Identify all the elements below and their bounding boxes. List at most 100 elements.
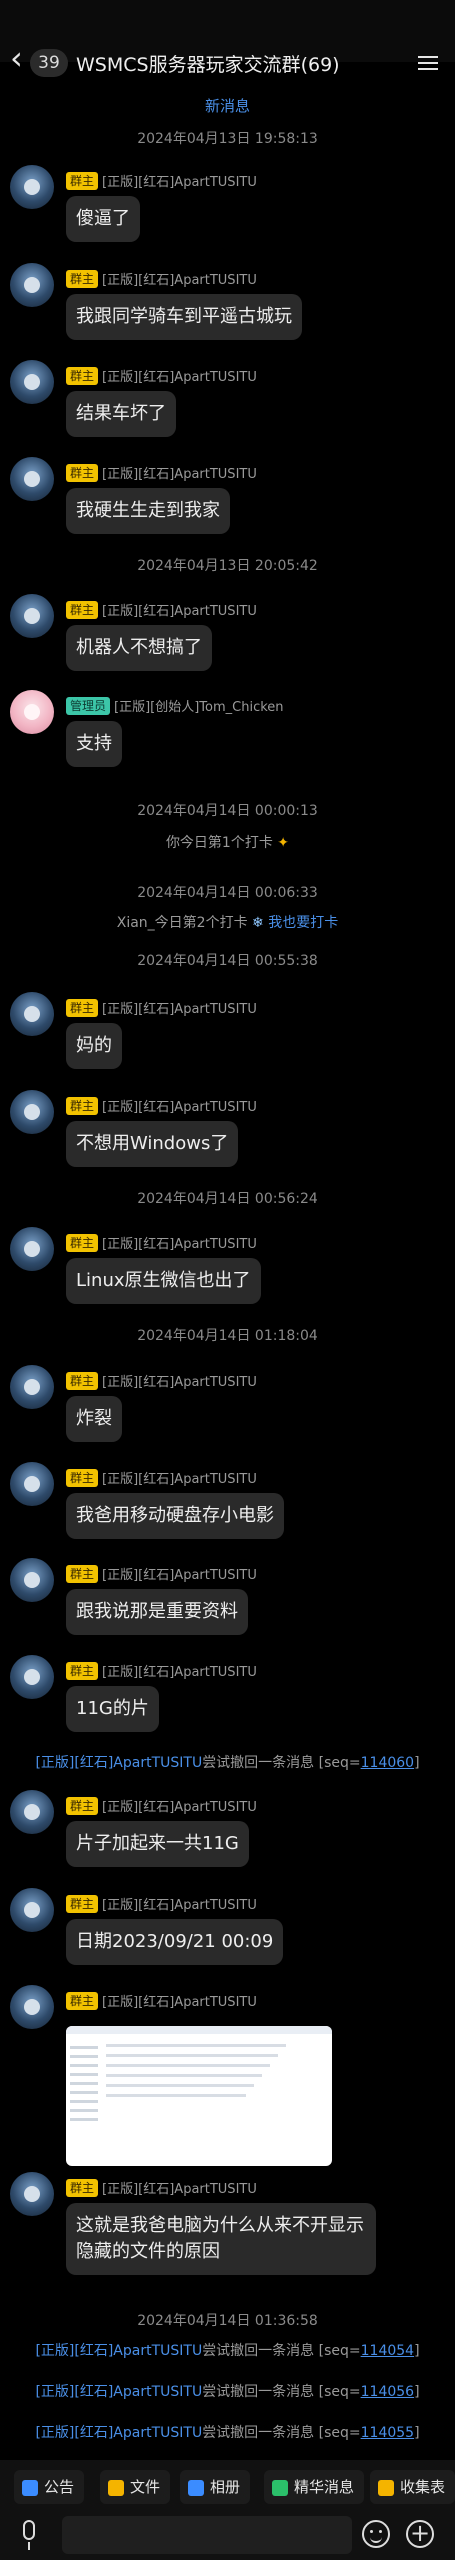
toolbar-form[interactable]: 收集表 — [370, 2470, 455, 2504]
message-bubble[interactable]: 妈的 — [66, 1023, 122, 1069]
sender-name[interactable]: [正版][红石]ApartTUSITU — [102, 600, 257, 619]
avatar-face — [24, 1379, 40, 1395]
avatar[interactable] — [10, 165, 54, 209]
sender-name[interactable]: [正版][红石]ApartTUSITU — [102, 366, 257, 385]
emoji-icon[interactable] — [362, 2520, 390, 2548]
microphone-icon[interactable] — [14, 2518, 44, 2552]
timestamp: 2024年04月14日 00:55:38 — [137, 953, 318, 969]
avatar[interactable] — [10, 690, 54, 734]
recall-seq[interactable]: 114060 — [361, 1755, 414, 1771]
sender-name[interactable]: [正版][红石]ApartTUSITU — [102, 463, 257, 482]
message-bubble[interactable]: 傻逼了 — [66, 196, 140, 242]
new-messages-label[interactable]: 新消息 — [0, 95, 455, 116]
sender-name[interactable]: [正版][红石]ApartTUSITU — [102, 1796, 257, 1815]
group-toolbar: 公告 文件 相册 精华消息 收集表 — [0, 2470, 455, 2504]
avatar-face — [24, 1006, 40, 1022]
message-bubble[interactable]: Linux原生微信也出了 — [66, 1258, 261, 1304]
sender-name[interactable]: [正版][红石]ApartTUSITU — [102, 1894, 257, 1913]
sender-row: 群主 [正版][红石]ApartTUSITU — [66, 2177, 257, 2197]
avatar-face — [24, 704, 40, 720]
avatar[interactable] — [10, 1227, 54, 1271]
avatar[interactable] — [10, 1888, 54, 1932]
toolbar-announcement[interactable]: 公告 — [14, 2470, 85, 2504]
announcement-icon — [22, 2479, 38, 2496]
sender-name[interactable]: [正版][红石]ApartTUSITU — [102, 1661, 257, 1680]
recall-name[interactable]: [正版][红石]ApartTUSITU — [35, 2425, 202, 2441]
recall-name[interactable]: [正版][红石]ApartTUSITU — [35, 2343, 202, 2359]
sender-name[interactable]: [正版][红石]ApartTUSITU — [102, 1233, 257, 1252]
avatar[interactable] — [10, 1790, 54, 1834]
back-chevron-icon[interactable]: ‹ — [10, 42, 23, 74]
recall-seq-prefix: [seq= — [314, 2425, 361, 2441]
avatar-face — [24, 2186, 40, 2202]
sender-name[interactable]: [正版][红石]ApartTUSITU — [102, 1096, 257, 1115]
message-bubble[interactable]: 支持 — [66, 721, 122, 767]
message-bubble[interactable]: 结果车坏了 — [66, 391, 176, 437]
avatar[interactable] — [10, 992, 54, 1036]
message-bubble[interactable]: 这就是我爸电脑为什么从来不开显示隐藏的文件的原因 — [66, 2203, 376, 2275]
avatar-face — [24, 374, 40, 390]
avatar[interactable] — [10, 457, 54, 501]
avatar[interactable] — [10, 1558, 54, 1602]
recall-action: 尝试撤回一条消息 — [202, 2343, 315, 2359]
recall-seq[interactable]: 114055 — [361, 2425, 414, 2441]
message-bubble[interactable]: 我硬生生走到我家 — [66, 488, 230, 534]
message-bubble[interactable]: 机器人不想搞了 — [66, 625, 212, 671]
avatar[interactable] — [10, 1462, 54, 1506]
role-badge: 群主 — [66, 1468, 99, 1487]
sender-name[interactable]: [正版][红石]ApartTUSITU — [102, 1564, 257, 1583]
message-input[interactable] — [62, 2516, 352, 2554]
message-bubble[interactable]: 我跟同学骑车到平遥古城玩 — [66, 294, 302, 340]
message-bubble[interactable]: 片子加起来一共11G — [66, 1821, 249, 1867]
toolbar-folder[interactable]: 文件 — [100, 2470, 171, 2504]
avatar[interactable] — [10, 1365, 54, 1409]
avatar[interactable] — [10, 263, 54, 307]
image-row — [106, 2084, 254, 2087]
recall-action: 尝试撤回一条消息 — [202, 2384, 315, 2400]
menu-icon[interactable] — [418, 52, 438, 72]
role-badge: 群主 — [66, 1991, 99, 2010]
message-bubble[interactable]: 我爸用移动硬盘存小电影 — [66, 1493, 284, 1539]
plus-icon[interactable]: + — [406, 2520, 434, 2548]
checkin-notice: Xian_今日第2个打卡 ❄ 我也要打卡 — [0, 912, 455, 932]
role-badge: 群主 — [66, 171, 99, 190]
sender-name[interactable]: [正版][红石]ApartTUSITU — [102, 269, 257, 288]
recall-seq-prefix: [seq= — [314, 2384, 361, 2400]
avatar[interactable] — [10, 1985, 54, 2029]
sender-name[interactable]: [正版][红石]ApartTUSITU — [102, 1371, 257, 1390]
message-bubble[interactable]: 11G的片 — [66, 1686, 159, 1732]
avatar-face — [24, 1476, 40, 1492]
unread-count-badge[interactable]: 39 — [30, 49, 68, 77]
timestamp: 2024年04月14日 01:18:04 — [137, 1328, 318, 1344]
sender-name[interactable]: [正版][红石]ApartTUSITU — [102, 998, 257, 1017]
image-message[interactable] — [66, 2026, 332, 2166]
checkin-link[interactable]: 我也要打卡 — [268, 915, 338, 931]
recall-action: 尝试撤回一条消息 — [202, 2425, 315, 2441]
timestamp: 2024年04月14日 01:36:58 — [137, 2313, 318, 2329]
avatar[interactable] — [10, 2172, 54, 2216]
avatar[interactable] — [10, 1655, 54, 1699]
avatar-face — [24, 277, 40, 293]
sender-name[interactable]: [正版][创始人]Tom_Chicken — [114, 696, 284, 715]
sender-name[interactable]: [正版][红石]ApartTUSITU — [102, 1468, 257, 1487]
sender-name[interactable]: [正版][红石]ApartTUSITU — [102, 171, 257, 190]
message-bubble[interactable]: 日期2023/09/21 00:09 — [66, 1919, 284, 1965]
bottom-bar: 公告 文件 相册 精华消息 收集表 + — [0, 2460, 455, 2560]
sender-row: 群主 [正版][红石]ApartTUSITU — [66, 170, 257, 190]
recall-seq[interactable]: 114056 — [361, 2384, 414, 2400]
recall-name[interactable]: [正版][红石]ApartTUSITU — [35, 2384, 202, 2400]
role-badge: 群主 — [66, 998, 99, 1017]
avatar[interactable] — [10, 360, 54, 404]
sender-name[interactable]: [正版][红石]ApartTUSITU — [102, 2178, 257, 2197]
toolbar-essence[interactable]: 精华消息 — [264, 2470, 365, 2504]
message-bubble[interactable]: 跟我说那是重要资料 — [66, 1589, 248, 1635]
avatar[interactable] — [10, 594, 54, 638]
recall-seq-suffix: ] — [414, 1755, 420, 1771]
message-bubble[interactable]: 炸裂 — [66, 1396, 122, 1442]
avatar[interactable] — [10, 1090, 54, 1134]
toolbar-album[interactable]: 相册 — [180, 2470, 251, 2504]
message-bubble[interactable]: 不想用Windows了 — [66, 1121, 239, 1167]
recall-name[interactable]: [正版][红石]ApartTUSITU — [35, 1755, 202, 1771]
recall-seq[interactable]: 114054 — [361, 2343, 414, 2359]
sender-name[interactable]: [正版][红石]ApartTUSITU — [102, 1991, 257, 2010]
